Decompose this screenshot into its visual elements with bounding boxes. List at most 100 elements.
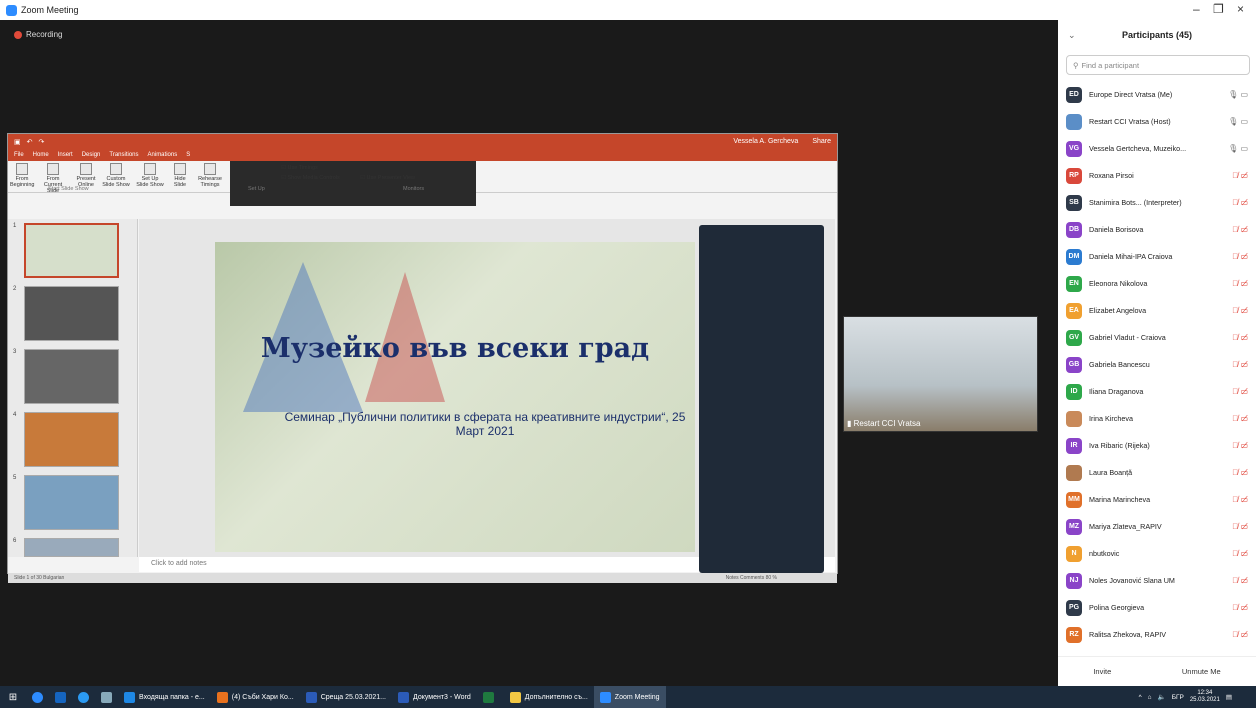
participant-row[interactable]: EA Elizabet Angelova 🎙̸ ▭̸ xyxy=(1058,297,1256,324)
menu-home[interactable]: Home xyxy=(33,152,49,158)
participant-name: Iliana Draganova xyxy=(1089,387,1144,396)
menu-slideshow[interactable]: S xyxy=(186,152,190,158)
participant-row[interactable]: Irina Kircheva 🎙̸ ▭̸ xyxy=(1058,405,1256,432)
restore-button[interactable]: ❐ xyxy=(1213,2,1224,16)
participant-name: Stanimira Bots... (Interpreter) xyxy=(1089,198,1182,207)
slide-thumbnail-5[interactable] xyxy=(24,475,119,530)
network-icon[interactable]: ⌂ xyxy=(1148,694,1152,701)
cortana-icon[interactable] xyxy=(26,686,49,708)
collapse-chevron-icon[interactable]: ⌄ xyxy=(1068,30,1076,41)
avatar: RP xyxy=(1066,167,1082,184)
use-timings-check[interactable]: ☑ Use Timings xyxy=(281,165,318,171)
rehearse-timings-button[interactable]: Rehearse Timings xyxy=(196,163,224,188)
thumb-number: 5 xyxy=(13,475,17,481)
participant-row[interactable]: Nnbutkovic 🎙̸ ▭̸ xyxy=(1058,540,1256,567)
participant-search-input[interactable]: ⚲ Find a participant xyxy=(1066,55,1250,75)
tray-chevron-icon[interactable]: ^ xyxy=(1139,694,1142,701)
menu-animations[interactable]: Animations xyxy=(148,152,178,158)
avatar: ED xyxy=(1066,86,1082,103)
custom-slide-show-button[interactable]: Custom Slide Show xyxy=(102,163,130,188)
participant-row[interactable]: EN Eleonora Nikolova 🎙̸ ▭̸ xyxy=(1058,270,1256,297)
group-start-slide-show: Start Slide Show xyxy=(48,186,89,192)
app-icon[interactable] xyxy=(95,686,118,708)
participant-name: Eleonora Nikolova xyxy=(1089,279,1148,288)
taskbar-app-label: Документ3 - Word xyxy=(413,693,471,701)
app-icon xyxy=(599,691,611,703)
taskbar-app[interactable]: Входяща папка - е... xyxy=(118,686,211,708)
taskbar-app[interactable]: Документ3 - Word xyxy=(392,686,477,708)
participant-row[interactable]: Laura Boanță 🎙̸ ▭̸ xyxy=(1058,459,1256,486)
participant-row[interactable]: ED Europe Direct Vratsa (Me) 🎙 ▭ xyxy=(1058,81,1256,108)
taskbar-app[interactable]: Среща 25.03.2021... xyxy=(300,686,392,708)
menu-insert[interactable]: Insert xyxy=(58,152,73,158)
participant-row[interactable]: MZ Mariya Zlateva_RAPIV 🎙̸ ▭̸ xyxy=(1058,513,1256,540)
participant-row[interactable]: RP Roxana Pirsoi 🎙̸ ▭̸ xyxy=(1058,162,1256,189)
clock[interactable]: 12:34 25.03.2021 xyxy=(1190,690,1220,704)
group-monitors: Monitors xyxy=(403,186,425,192)
participant-name: Elizabet Angelova xyxy=(1089,306,1147,315)
participant-row[interactable]: NJ Noles Jovanović Slana UM 🎙̸ ▭̸ xyxy=(1058,567,1256,594)
participant-row[interactable]: SB Stanimira Bots... (Interpreter) 🎙̸ ▭̸ xyxy=(1058,189,1256,216)
show-media-controls-check[interactable]: ☑ Show Media Controls xyxy=(281,175,340,181)
ppt-ribbon: From Beginning From Current Slide Presen… xyxy=(8,161,837,206)
participant-row[interactable]: IR Iva Ribaric (Rijeka) 🎙̸ ▭̸ xyxy=(1058,432,1256,459)
present-online-button[interactable]: Present Online xyxy=(74,163,98,188)
outlook-icon[interactable] xyxy=(49,686,72,708)
group-set-up: Set Up xyxy=(248,186,265,192)
slide-thumbnail-1[interactable] xyxy=(24,223,119,278)
slide-thumbnail-2[interactable] xyxy=(24,286,119,341)
slide-subtitle: Семинар „Публични политики в сферата на … xyxy=(284,410,686,438)
participant-row[interactable]: Restart CCI Vratsa (Host) 🎙 ▭ xyxy=(1058,108,1256,135)
system-tray: ^ ⌂ 🔈 БГР 12:34 25.03.2021 ▤ xyxy=(1139,686,1232,708)
menu-file[interactable]: File xyxy=(14,152,24,158)
avatar: VG xyxy=(1066,140,1082,157)
participant-row[interactable]: GB Gabriela Bancescu 🎙̸ ▭̸ xyxy=(1058,351,1256,378)
ppt-share-button[interactable]: Share xyxy=(812,138,831,145)
volume-icon[interactable]: 🔈 xyxy=(1158,693,1166,701)
notifications-icon[interactable]: ▤ xyxy=(1226,693,1232,701)
record-icon xyxy=(14,30,22,39)
taskbar-app[interactable] xyxy=(477,686,504,708)
participant-name: Vessela Gertcheva, Muzeiko... xyxy=(1089,144,1187,153)
participant-row[interactable]: RZ Ralitsa Zhekova, RAPIV 🎙̸ ▭̸ xyxy=(1058,621,1256,648)
zoom-icon xyxy=(6,4,17,16)
language-indicator[interactable]: БГР xyxy=(1172,694,1184,701)
slide-thumbnail-6[interactable] xyxy=(24,538,119,557)
participant-row[interactable]: DB Daniela Borisova 🎙̸ ▭̸ xyxy=(1058,216,1256,243)
taskbar-app-label: Входяща папка - е... xyxy=(139,693,205,701)
muted-mic-icon: 🎙̸ ▭̸ xyxy=(1232,198,1248,207)
menu-transitions[interactable]: Transitions xyxy=(109,152,138,158)
start-button[interactable]: ⊞ xyxy=(0,692,26,703)
current-slide[interactable]: Музейко във всеки град Семинар „Публични… xyxy=(215,242,695,552)
ppt-menu: File Home Insert Design Transitions Anim… xyxy=(8,149,837,161)
participant-row[interactable]: GV Gabriel Vladut - Craiova 🎙̸ ▭̸ xyxy=(1058,324,1256,351)
participant-row[interactable]: VG Vessela Gertcheva, Muzeiko... 🎙 ▭ xyxy=(1058,135,1256,162)
slide-thumbnail-3[interactable] xyxy=(24,349,119,404)
participant-row[interactable]: PG Polina Georgieva 🎙̸ ▭̸ xyxy=(1058,594,1256,621)
participant-row[interactable]: DM Daniela Mihai-IPA Craiova 🎙̸ ▭̸ xyxy=(1058,243,1256,270)
unmute-me-button[interactable]: Unmute Me xyxy=(1182,667,1221,676)
avatar: EA xyxy=(1066,302,1082,319)
minimize-button[interactable]: – xyxy=(1193,2,1200,16)
participant-name: Ralitsa Zhekova, RAPIV xyxy=(1089,630,1167,639)
muted-mic-icon: 🎙̸ ▭̸ xyxy=(1232,441,1248,450)
participant-video[interactable]: ▮ Restart CCI Vratsa xyxy=(843,316,1038,432)
participant-row[interactable]: MM Marina Marincheva 🎙̸ ▭̸ xyxy=(1058,486,1256,513)
slide-thumbnail-4[interactable] xyxy=(24,412,119,467)
set-up-slide-show-button[interactable]: Set Up Slide Show xyxy=(136,163,164,188)
hide-slide-button[interactable]: Hide Slide xyxy=(168,163,192,188)
avatar: DB xyxy=(1066,221,1082,238)
participant-row[interactable]: ID Iliana Draganova 🎙̸ ▭̸ xyxy=(1058,378,1256,405)
use-presenter-view-check[interactable]: ☑ Use Presenter View xyxy=(360,175,415,181)
invite-button[interactable]: Invite xyxy=(1093,667,1111,676)
taskbar-app[interactable]: Допълнително съ... xyxy=(504,686,594,708)
menu-design[interactable]: Design xyxy=(82,152,101,158)
edge-icon[interactable] xyxy=(72,686,95,708)
window-titlebar: Zoom Meeting – ❐ × xyxy=(0,0,1256,20)
from-beginning-button[interactable]: From Beginning xyxy=(10,163,34,188)
taskbar-app[interactable]: Zoom Meeting xyxy=(593,686,666,708)
avatar xyxy=(1066,410,1082,427)
muted-mic-icon: 🎙̸ ▭̸ xyxy=(1232,360,1248,369)
close-button[interactable]: × xyxy=(1237,2,1244,16)
taskbar-app[interactable]: (4) Съби Хари Ко... xyxy=(211,686,300,708)
